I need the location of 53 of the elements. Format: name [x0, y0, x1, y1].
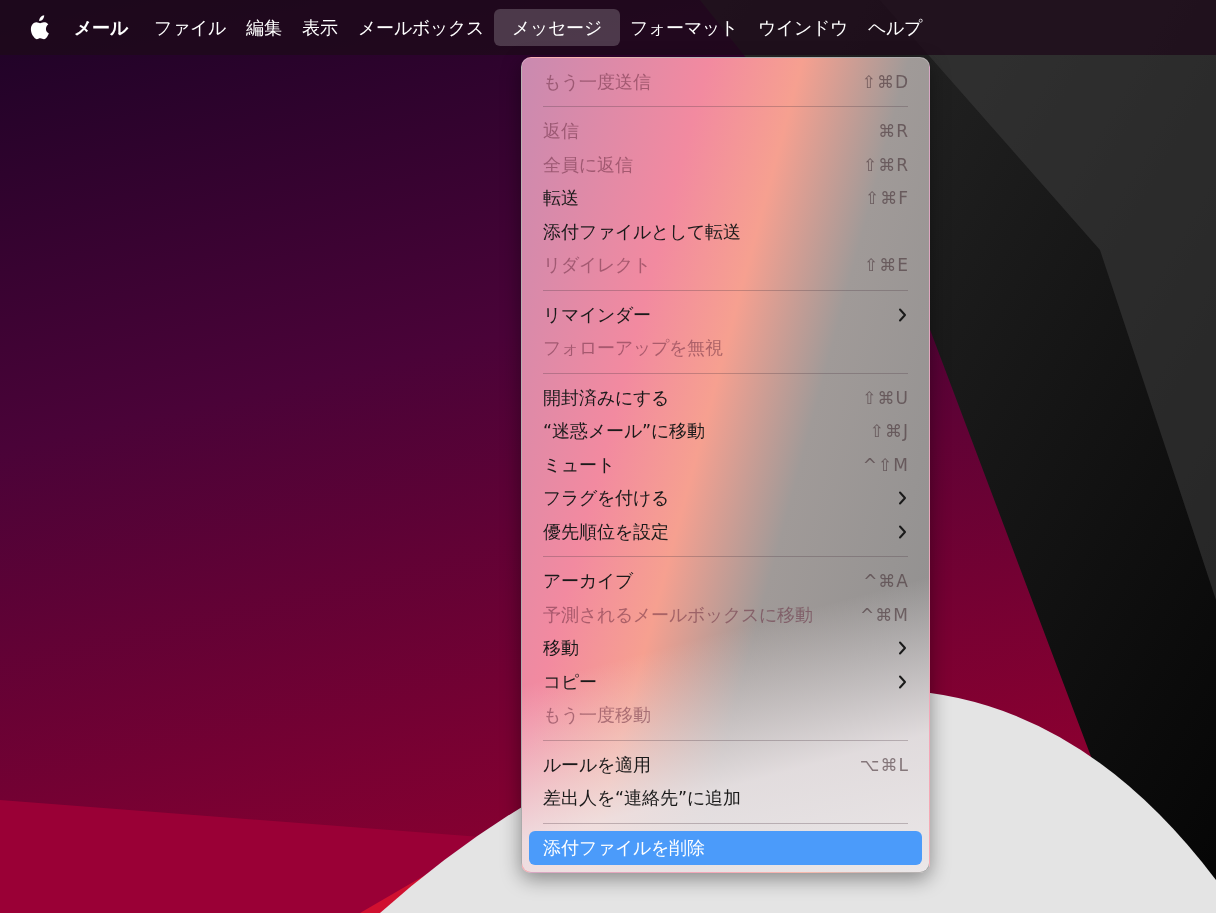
shortcut-label: ⇧⌘U: [862, 387, 909, 408]
shortcut-label: ^⌘M: [860, 604, 909, 625]
menu-item[interactable]: ミュート ^⇧M: [529, 448, 922, 482]
menu-bar-item[interactable]: ウインドウ: [748, 9, 858, 46]
menu-item-label: 返信: [543, 120, 580, 144]
menu-item[interactable]: 添付ファイルとして転送: [529, 215, 922, 249]
menu-bar-item[interactable]: メッセージ: [494, 9, 620, 46]
menu-item-label: 添付ファイルを削除: [543, 836, 706, 860]
menu-item-label: “迷惑メール”に移動: [543, 420, 707, 444]
menu-item[interactable]: 開封済みにする ⇧⌘U: [529, 381, 922, 415]
menu-item-label: アーカイブ: [543, 570, 634, 594]
menu-bar-item[interactable]: フォーマット: [620, 9, 748, 46]
menu-item[interactable]: コピー: [529, 665, 922, 699]
menu-item-label: 移動: [543, 637, 580, 661]
menu-item-label: フォローアップを無視: [543, 337, 724, 361]
menu-item-label: 添付ファイルとして転送: [543, 220, 742, 244]
menu-bar-item[interactable]: 表示: [292, 9, 348, 46]
menu-bar-item[interactable]: ファイル: [144, 9, 236, 46]
menu-item-label: リマインダー: [543, 303, 652, 327]
menu-item[interactable]: リマインダー: [529, 298, 922, 332]
shortcut-label: ⇧⌘E: [864, 255, 909, 276]
menu-item[interactable]: アーカイブ ^⌘A: [529, 564, 922, 598]
menu-item-label: 全員に返信: [543, 153, 634, 177]
menu-item-label: ミュート: [543, 453, 616, 477]
menu-item[interactable]: 転送 ⇧⌘F: [529, 181, 922, 215]
shortcut-label: ⇧⌘J: [869, 421, 909, 442]
menu-item-label: 優先順位を設定: [543, 520, 670, 544]
menu-item-label: ルールを適用: [543, 753, 652, 777]
shortcut-label: ⇧⌘F: [864, 188, 909, 209]
menu-item-label: 予測されるメールボックスに移動: [543, 603, 814, 627]
shortcut-label: ^⇧M: [862, 454, 909, 475]
menu-bar-item[interactable]: ヘルプ: [858, 9, 932, 46]
shortcut-label: ⇧⌘R: [862, 154, 909, 175]
menu-item[interactable]: 差出人を“連絡先”に追加: [529, 781, 922, 815]
menu-bar-item[interactable]: 編集: [236, 9, 292, 46]
menu-item[interactable]: フラグを付ける: [529, 481, 922, 515]
menu-item[interactable]: 移動: [529, 631, 922, 665]
apple-logo-icon[interactable]: [28, 14, 50, 41]
menu-item[interactable]: “迷惑メール”に移動 ⇧⌘J: [529, 414, 922, 448]
menu-bar-item[interactable]: メールボックス: [348, 9, 494, 46]
menu-item[interactable]: 優先順位を設定: [529, 515, 922, 549]
shortcut-label: ⌥⌘L: [859, 754, 909, 775]
menu-item-label: コピー: [543, 670, 598, 694]
menu-item-label: 転送: [543, 187, 580, 211]
menu-item-label: フラグを付ける: [543, 487, 670, 511]
menu-item-label: 差出人を“連絡先”に追加: [543, 787, 743, 811]
shortcut-label: ^⌘A: [863, 571, 909, 592]
shortcut-label: ⇧⌘D: [861, 71, 909, 92]
menu-item[interactable]: ルールを適用 ⌥⌘L: [529, 748, 922, 782]
menu-item-label: リダイレクト: [543, 254, 652, 278]
shortcut-label: ⌘R: [878, 121, 909, 142]
menu-item-label: 開封済みにする: [543, 386, 670, 410]
menu-bar-item[interactable]: メール: [64, 9, 138, 46]
